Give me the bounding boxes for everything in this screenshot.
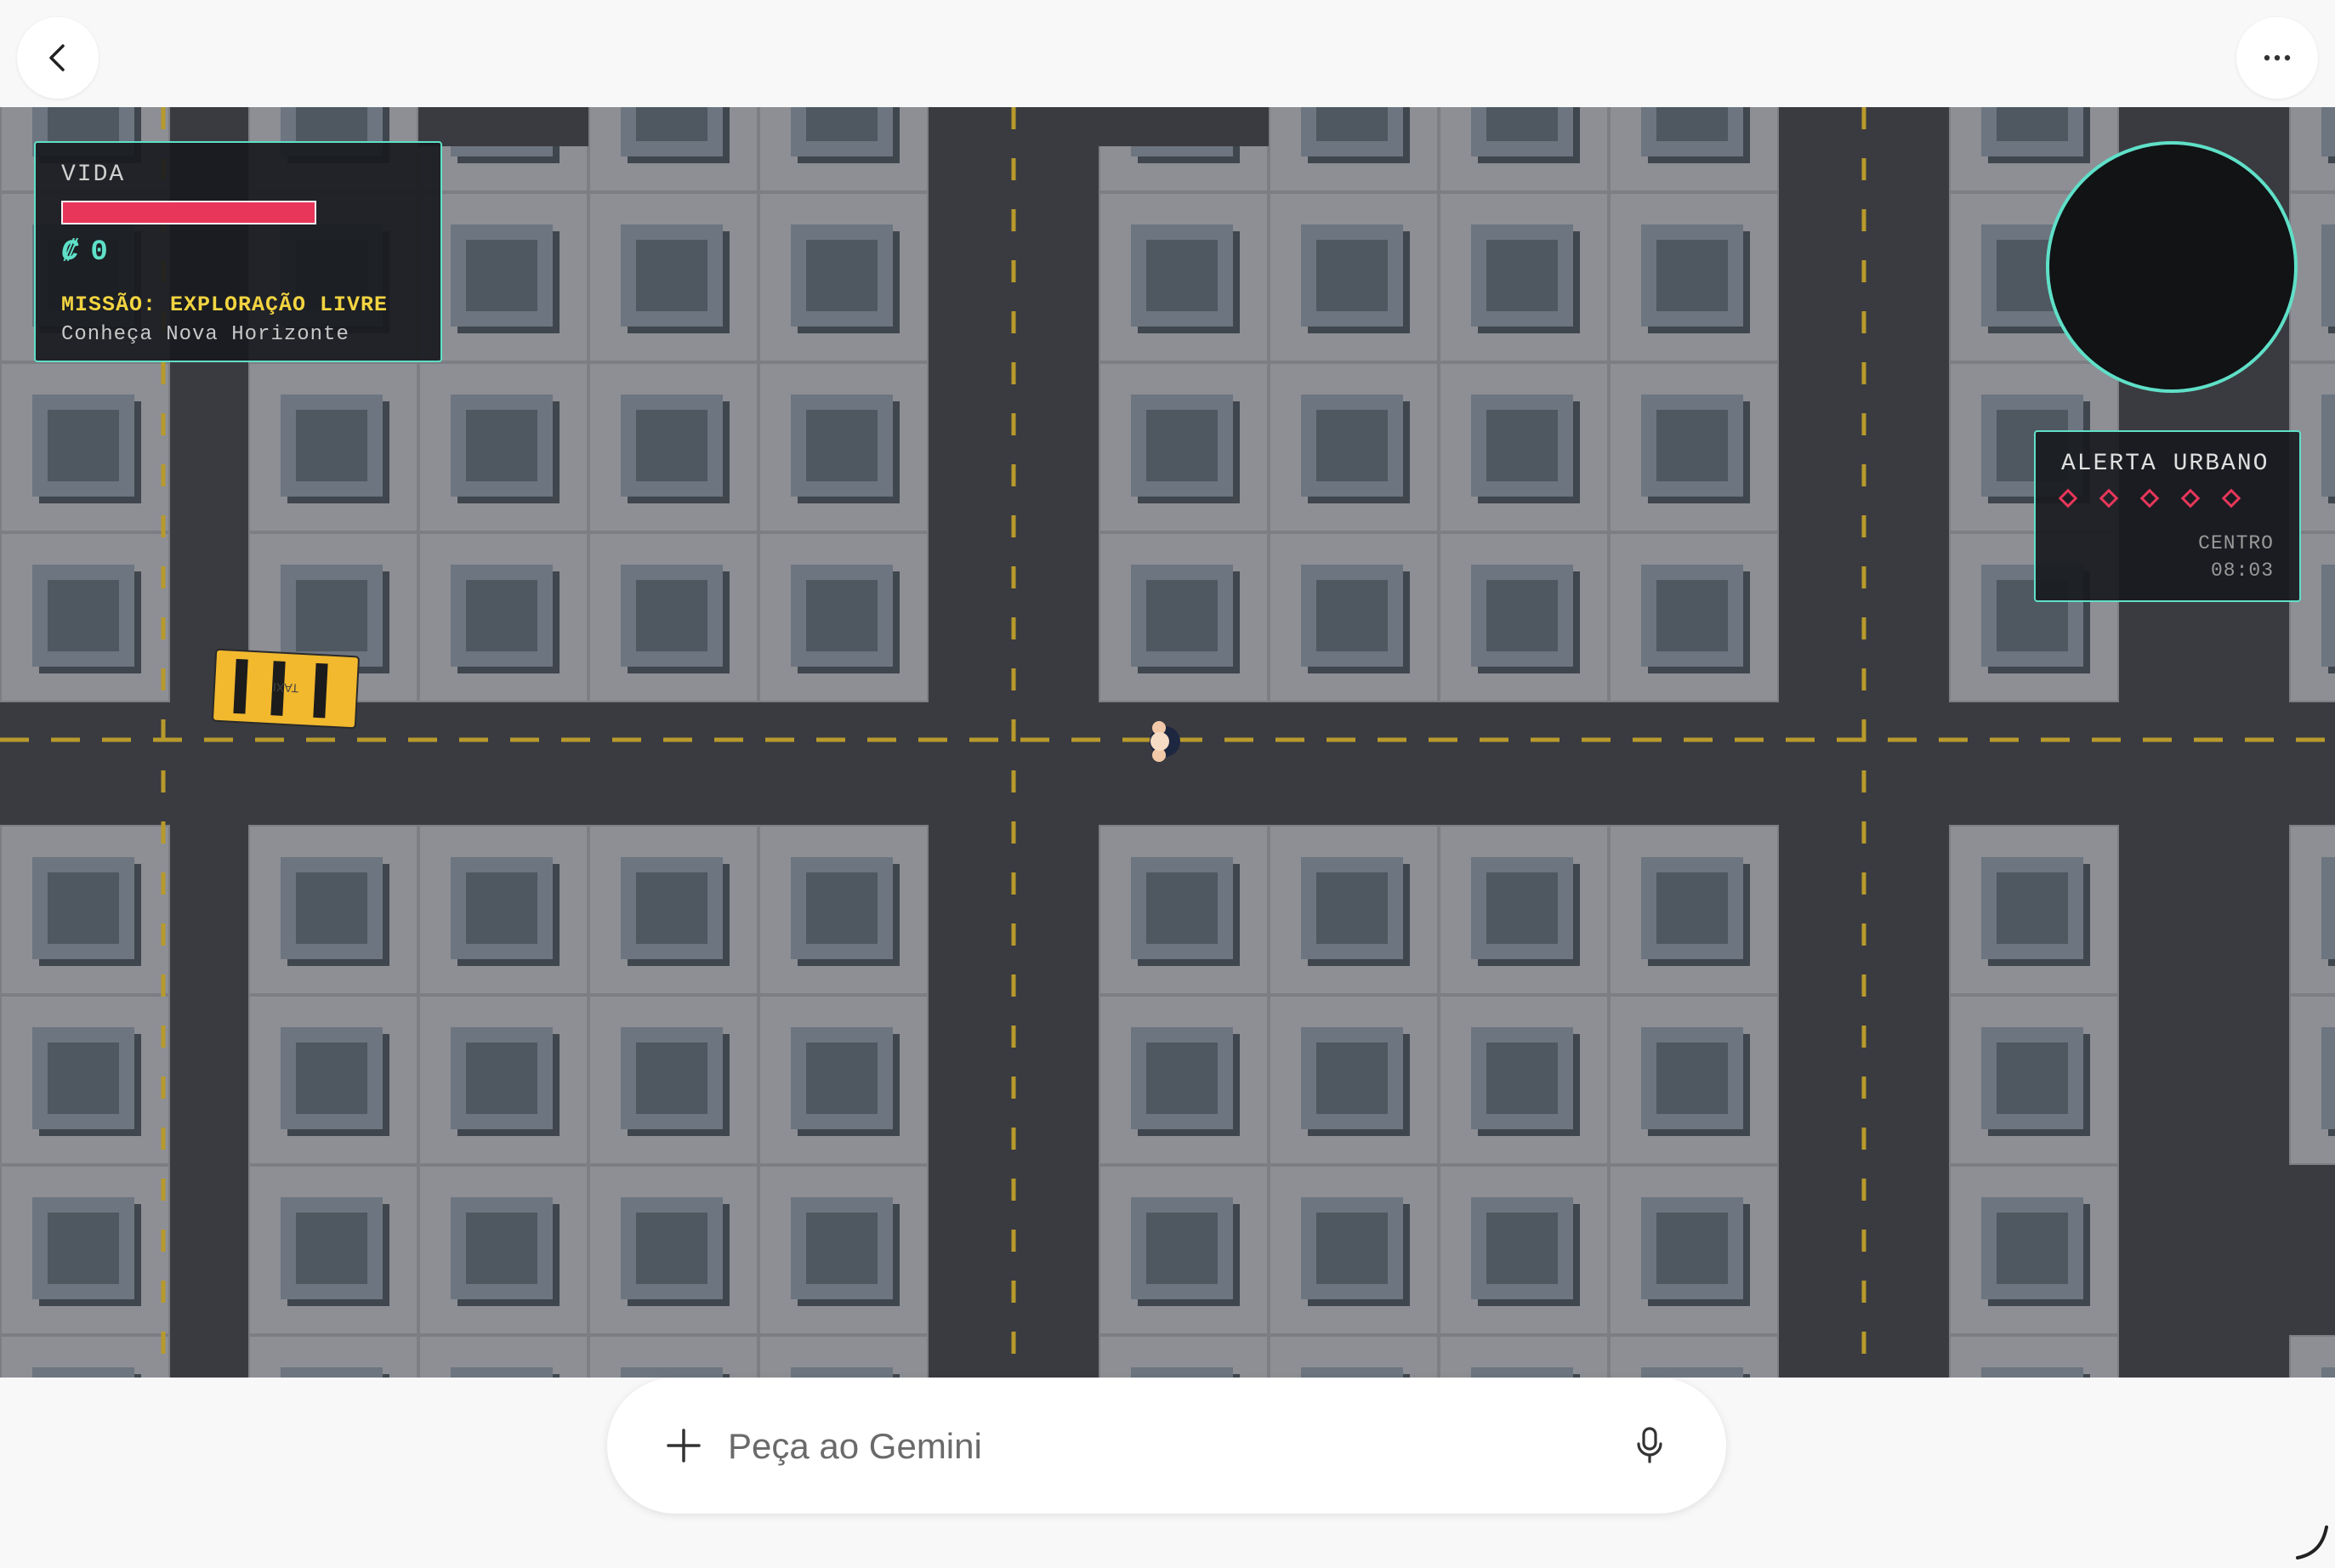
building-roof	[1486, 410, 1558, 481]
prompt-box	[607, 1378, 1726, 1514]
building-roof	[1316, 580, 1388, 651]
building-roof	[48, 1213, 119, 1284]
plus-icon	[667, 1429, 701, 1463]
money-display: ₡ 0	[61, 236, 108, 269]
building-roof	[48, 580, 119, 651]
building-roof	[296, 1213, 367, 1284]
building-roof	[466, 872, 537, 944]
taxi-car: TAXI	[212, 648, 360, 730]
building-roof	[296, 410, 367, 481]
building-roof	[1146, 1213, 1218, 1284]
money-value: 0	[90, 236, 108, 269]
building-roof	[1146, 872, 1218, 944]
building-roof	[1146, 580, 1218, 651]
building-roof	[1656, 580, 1728, 651]
building-roof	[1656, 872, 1728, 944]
life-label: VIDA	[61, 162, 126, 188]
building-roof	[806, 1213, 878, 1284]
bottom-bar	[0, 1378, 2335, 1568]
building-roof	[1486, 240, 1558, 311]
alert-star-icon	[2099, 488, 2119, 508]
building-roof	[296, 580, 367, 651]
building-roof	[1316, 107, 1388, 141]
minimap	[2046, 141, 2298, 393]
building-roof	[1656, 1042, 1728, 1114]
building-roof	[296, 1042, 367, 1114]
building-roof	[1997, 1042, 2068, 1114]
svg-text:TAXI: TAXI	[273, 680, 299, 696]
building-roof	[1146, 410, 1218, 481]
mission-subtitle: Conheça Nova Horizonte	[61, 323, 349, 346]
building-roof	[48, 1042, 119, 1114]
building-roof	[1316, 240, 1388, 311]
more-options-button[interactable]	[2236, 17, 2318, 99]
life-bar-fill	[63, 202, 315, 223]
building-roof	[636, 107, 707, 141]
status-panel: VIDA ₡ 0 MISSÃO: EXPLORAÇÃO LIVRE Conheça…	[34, 141, 442, 362]
building-roof	[1146, 1042, 1218, 1114]
building-roof	[636, 1213, 707, 1284]
building-roof	[806, 872, 878, 944]
alert-star-icon	[2221, 488, 2241, 508]
currency-icon: ₡	[61, 236, 79, 269]
building-roof	[1486, 580, 1558, 651]
building-roof	[1486, 872, 1558, 944]
alert-star-icon	[2058, 488, 2078, 508]
building-roof	[48, 872, 119, 944]
district-name: CENTRO	[2198, 532, 2274, 554]
mission-title: MISSÃO: EXPLORAÇÃO LIVRE	[61, 293, 389, 317]
game-viewport[interactable]: TAXI VIDA ₡ 0 MISSÃO: EXPLORAÇÃO LIVRE Co…	[0, 107, 2335, 1378]
building-roof	[1486, 107, 1558, 141]
building-roof	[636, 580, 707, 651]
alert-level-indicator	[2058, 488, 2241, 508]
alert-title: ALERTA URBANO	[2061, 451, 2270, 477]
building-roof	[1486, 1042, 1558, 1114]
alert-star-icon	[2180, 488, 2201, 508]
alert-star-icon	[2139, 488, 2160, 508]
building-roof	[636, 1042, 707, 1114]
building-roof	[806, 410, 878, 481]
building-roof	[1656, 410, 1728, 481]
building-roof	[636, 410, 707, 481]
building-roof	[466, 1213, 537, 1284]
chevron-left-icon	[49, 44, 65, 71]
top-bar	[0, 0, 2335, 107]
building-roof	[806, 580, 878, 651]
building-roof	[48, 410, 119, 481]
building-roof	[296, 872, 367, 944]
building-roof	[806, 1042, 878, 1114]
building-roof	[1997, 1213, 2068, 1284]
building-roof	[1316, 872, 1388, 944]
building-roof	[1316, 1042, 1388, 1114]
loading-spinner-icon	[2296, 1525, 2328, 1559]
building-roof	[1997, 872, 2068, 944]
building-roof	[806, 107, 878, 141]
building-roof	[1656, 1213, 1728, 1284]
microphone-button[interactable]	[1616, 1412, 1684, 1480]
life-bar	[61, 201, 316, 224]
building-roof	[806, 240, 878, 311]
building-roof	[1486, 1213, 1558, 1284]
building-roof	[466, 580, 537, 651]
building-roof	[466, 240, 537, 311]
building-roof	[1656, 107, 1728, 141]
microphone-icon	[1637, 1427, 1662, 1463]
prompt-input[interactable]	[726, 1412, 1580, 1481]
wanted-level-panel: ALERTA URBANO CENTRO 08:03	[2034, 430, 2301, 602]
building-roof	[466, 410, 537, 481]
building-roof	[1656, 240, 1728, 311]
add-button[interactable]	[650, 1412, 718, 1480]
building-roof	[1997, 107, 2068, 141]
building-roof	[48, 107, 119, 141]
game-clock: 08:03	[2210, 560, 2274, 582]
building-roof	[466, 1042, 537, 1114]
building-roof	[636, 240, 707, 311]
building-roof	[636, 872, 707, 944]
back-button[interactable]	[17, 17, 99, 99]
building-roof	[1146, 240, 1218, 311]
building-roof	[1316, 410, 1388, 481]
building-roof	[296, 107, 367, 141]
building-roof	[1316, 1213, 1388, 1284]
more-horizontal-icon	[2264, 54, 2291, 61]
